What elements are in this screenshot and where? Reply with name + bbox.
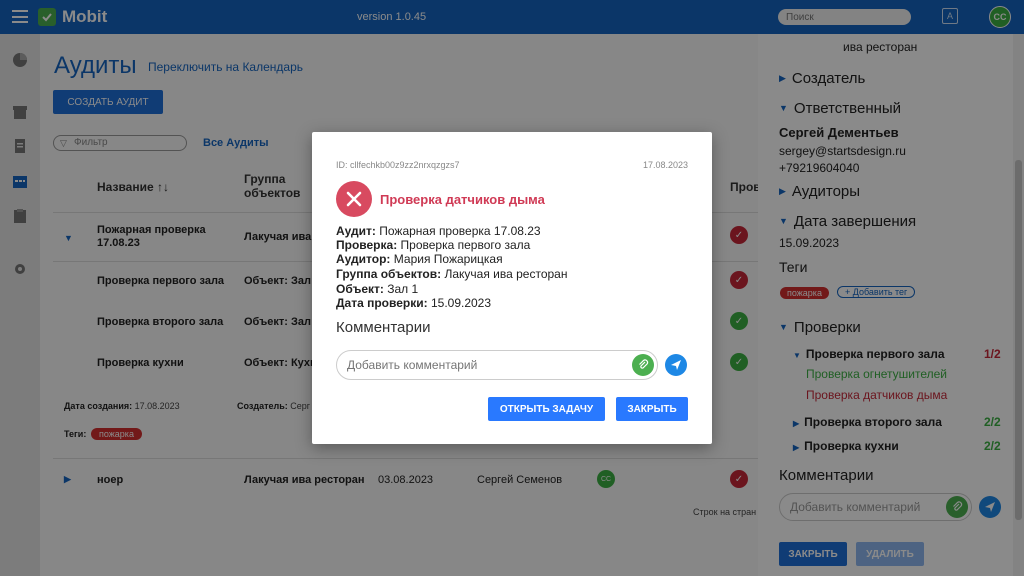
modal-title: Проверка датчиков дыма [380, 192, 545, 207]
modal-comment-input[interactable] [336, 350, 658, 380]
send-icon[interactable] [665, 354, 687, 376]
field-object: Объект: Зал 1 [336, 282, 419, 296]
attach-icon[interactable] [632, 354, 654, 376]
field-auditor: Аудитор: Мария Пожарицкая [336, 252, 503, 266]
modal-close-button[interactable]: ЗАКРЫТЬ [616, 397, 688, 421]
field-object-group: Группа объектов: Лакучая ива ресторан [336, 267, 568, 281]
field-check: Проверка: Проверка первого зала [336, 238, 531, 252]
field-check-date: Дата проверки: 15.09.2023 [336, 296, 492, 310]
check-detail-modal: ID: cllfechkb00z9zz2nrxqzgzs7 17.08.2023… [312, 132, 712, 444]
open-task-button[interactable]: ОТКРЫТЬ ЗАДАЧУ [488, 397, 605, 421]
modal-date: 17.08.2023 [642, 160, 688, 170]
modal-id: ID: cllfechkb00z9zz2nrxqzgzs7 [336, 160, 460, 170]
failed-x-icon [336, 181, 372, 217]
field-audit: Аудит: Пожарная проверка 17.08.23 [336, 224, 541, 238]
modal-comments-title: Комментарии [336, 319, 431, 336]
